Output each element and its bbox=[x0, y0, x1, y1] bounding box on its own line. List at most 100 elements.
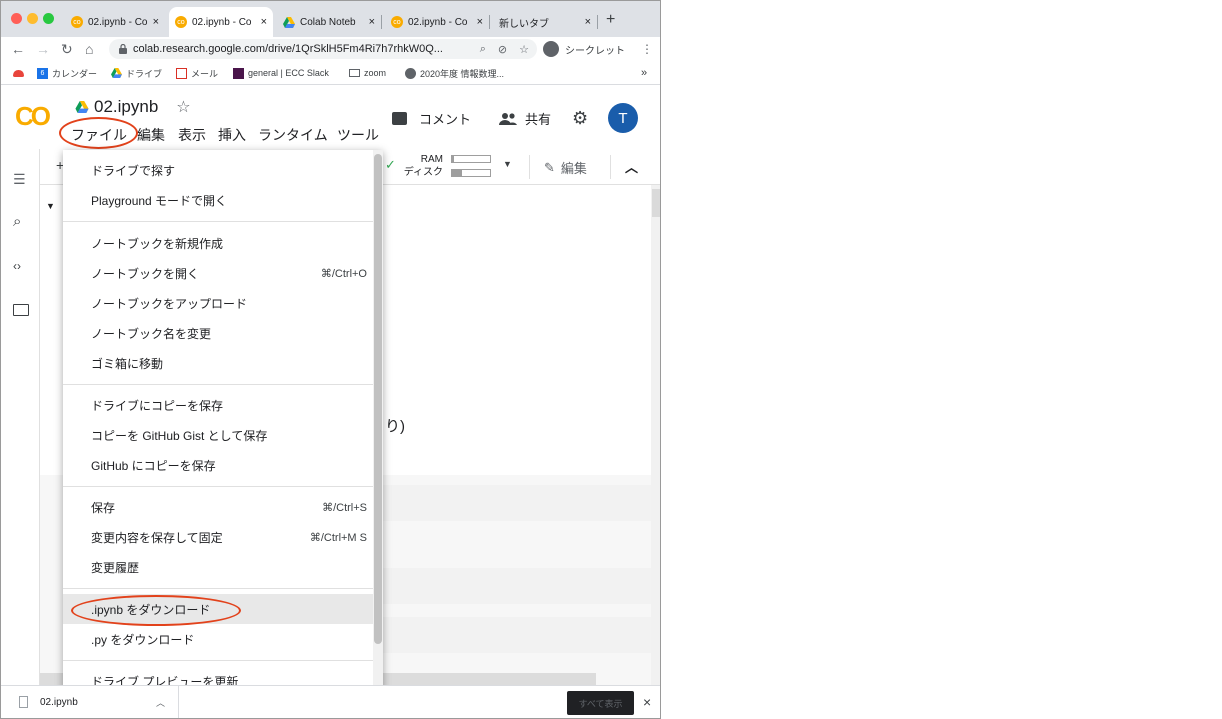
code-cell[interactable] bbox=[380, 617, 651, 653]
menu-runtime[interactable]: ランタイム bbox=[258, 125, 328, 145]
tab-title: 新しいタブ bbox=[499, 18, 549, 30]
highlight-oval bbox=[71, 595, 241, 626]
zoom-icon[interactable]: ⌕ bbox=[480, 43, 486, 56]
settings-gear-icon[interactable]: ⚙ bbox=[572, 108, 588, 129]
bookmark-item[interactable] bbox=[13, 66, 28, 80]
menu-item-find-in-drive[interactable]: ドライブで探す bbox=[63, 155, 373, 185]
share-button[interactable]: 共有 bbox=[499, 109, 551, 128]
close-window-button[interactable] bbox=[11, 13, 22, 24]
incognito-profile[interactable]: シークレット bbox=[543, 40, 625, 58]
drive-icon bbox=[111, 67, 122, 79]
browser-tab[interactable]: co 02.ipynb - Co × bbox=[65, 7, 165, 37]
disk-usage-fill bbox=[452, 170, 462, 176]
menu-item-open-notebook[interactable]: ノートブックを開く ⌘/Ctrl+O bbox=[63, 258, 373, 288]
bookmarks-overflow-icon[interactable]: » bbox=[641, 66, 647, 80]
close-downloads-icon[interactable]: × bbox=[643, 694, 651, 710]
menu-item-open-playground[interactable]: Playground モードで開く bbox=[63, 185, 373, 215]
table-of-contents-icon[interactable]: ☰ bbox=[13, 171, 26, 188]
share-label: 共有 bbox=[525, 112, 552, 127]
content-scrollbar[interactable] bbox=[651, 185, 660, 685]
star-icon[interactable]: ☆ bbox=[176, 97, 190, 117]
resources-dropdown-icon[interactable]: ▼ bbox=[503, 159, 512, 169]
home-icon[interactable]: ⌂ bbox=[85, 37, 93, 61]
files-folder-icon[interactable] bbox=[13, 304, 29, 316]
code-snippets-icon[interactable]: ‹› bbox=[13, 259, 21, 273]
incognito-icon bbox=[543, 41, 559, 57]
menu-item-revision-history[interactable]: 変更履歴 bbox=[63, 552, 373, 582]
browser-tab[interactable]: Colab Noteb × bbox=[277, 7, 381, 37]
tab-close-icon[interactable]: × bbox=[153, 16, 159, 28]
menu-item-upload-notebook[interactable]: ノートブックをアップロード bbox=[63, 288, 373, 318]
zoom-window-button[interactable] bbox=[43, 13, 54, 24]
menu-edit[interactable]: 編集 bbox=[137, 125, 165, 145]
menu-item-label: Playground モードで開く bbox=[91, 193, 228, 208]
chevron-up-icon[interactable]: ︿ bbox=[156, 696, 165, 709]
notebook-title[interactable]: 02.ipynb bbox=[94, 97, 158, 117]
code-cell[interactable] bbox=[380, 485, 651, 521]
menu-item-label: ドライブで探す bbox=[91, 163, 176, 178]
tracking-blocked-icon[interactable]: ⊘ bbox=[498, 43, 507, 56]
resource-labels[interactable]: RAM ディスク bbox=[395, 153, 443, 179]
bookmark-item[interactable]: general | ECC Slack bbox=[233, 66, 329, 80]
bookmark-item[interactable]: 6 カレンダー bbox=[37, 66, 97, 80]
bookmark-label: ドライブ bbox=[126, 68, 163, 79]
notebook-title-row: 02.ipynb ☆ bbox=[75, 97, 191, 117]
edit-mode-button[interactable]: ✎ 編集 bbox=[544, 158, 587, 177]
collapse-header-icon[interactable]: ︿ bbox=[625, 157, 638, 176]
navigation-bar: ← → ↻ ⌂ colab.research.google.com/drive/… bbox=[1, 37, 660, 61]
drive-icon bbox=[75, 101, 89, 113]
edit-mode-label: 編集 bbox=[560, 161, 587, 176]
menu-scrollbar[interactable] bbox=[373, 150, 383, 690]
avatar[interactable]: T bbox=[608, 103, 638, 133]
menu-item-move-to-trash[interactable]: ゴミ箱に移動 bbox=[63, 348, 373, 378]
search-icon[interactable]: ⌕ bbox=[13, 213, 21, 230]
reload-icon[interactable]: ↻ bbox=[61, 37, 73, 61]
tab-close-icon[interactable]: × bbox=[477, 16, 483, 28]
disk-usage-bar bbox=[451, 169, 491, 177]
back-icon[interactable]: ← bbox=[11, 37, 25, 61]
pencil-icon: ✎ bbox=[544, 159, 555, 175]
menu-insert[interactable]: 挿入 bbox=[218, 125, 246, 145]
download-item[interactable]: 02.ipynb ︿ bbox=[1, 686, 179, 718]
show-all-button[interactable]: すべて表示 bbox=[567, 691, 634, 715]
section-collapse-icon[interactable]: ▼ bbox=[46, 201, 55, 211]
menu-scrollbar-thumb[interactable] bbox=[374, 154, 382, 644]
forward-icon[interactable]: → bbox=[36, 37, 50, 61]
browser-menu-icon[interactable]: ⋮ bbox=[641, 37, 653, 61]
colab-logo[interactable]: CO bbox=[15, 101, 51, 132]
browser-tab[interactable]: 新しいタブ × bbox=[493, 7, 597, 37]
menu-item-save-copy-drive[interactable]: ドライブにコピーを保存 bbox=[63, 390, 373, 420]
code-cell[interactable] bbox=[380, 568, 651, 604]
menu-item-rename-notebook[interactable]: ノートブック名を変更 bbox=[63, 318, 373, 348]
browser-tab[interactable]: co 02.ipynb - Co × bbox=[385, 7, 489, 37]
scrollbar-thumb[interactable] bbox=[652, 189, 660, 217]
bookmark-label: general | ECC Slack bbox=[248, 68, 329, 78]
new-tab-button[interactable]: + bbox=[606, 11, 615, 29]
bookmark-item[interactable]: zoom bbox=[349, 66, 386, 80]
tab-title: 02.ipynb - Co bbox=[192, 16, 252, 28]
highlight-oval bbox=[59, 117, 138, 149]
gmail-icon bbox=[176, 67, 187, 79]
tab-close-icon[interactable]: × bbox=[585, 16, 591, 28]
bookmark-label: メール bbox=[191, 68, 219, 79]
tab-close-icon[interactable]: × bbox=[369, 16, 375, 28]
menu-item-save-and-pin[interactable]: 変更内容を保存して固定 ⌘/Ctrl+M S bbox=[63, 522, 373, 552]
menu-item-download-py[interactable]: .py をダウンロード bbox=[63, 624, 373, 654]
bookmark-item[interactable]: メール bbox=[176, 66, 218, 80]
bookmark-item[interactable]: 2020年度 情報数理... bbox=[405, 66, 504, 80]
browser-tab-active[interactable]: co 02.ipynb - Co × bbox=[169, 7, 273, 37]
menu-item-save-github-gist[interactable]: コピーを GitHub Gist として保存 bbox=[63, 420, 373, 450]
tab-divider bbox=[489, 15, 490, 29]
menu-view[interactable]: 表示 bbox=[178, 125, 206, 145]
tab-strip: co 02.ipynb - Co × co 02.ipynb - Co × Co… bbox=[1, 1, 660, 37]
tab-close-icon[interactable]: × bbox=[261, 16, 267, 28]
menu-tools[interactable]: ツール bbox=[337, 125, 379, 145]
minimize-window-button[interactable] bbox=[27, 13, 38, 24]
bookmark-star-icon[interactable]: ☆ bbox=[519, 43, 529, 56]
menu-item-save-github[interactable]: GitHub にコピーを保存 bbox=[63, 450, 373, 480]
address-bar[interactable]: colab.research.google.com/drive/1QrSklH5… bbox=[109, 39, 537, 59]
menu-item-new-notebook[interactable]: ノートブックを新規作成 bbox=[63, 228, 373, 258]
bookmark-item[interactable]: ドライブ bbox=[111, 66, 162, 80]
menu-item-save[interactable]: 保存 ⌘/Ctrl+S bbox=[63, 492, 373, 522]
comment-button[interactable]: コメント bbox=[392, 109, 471, 128]
